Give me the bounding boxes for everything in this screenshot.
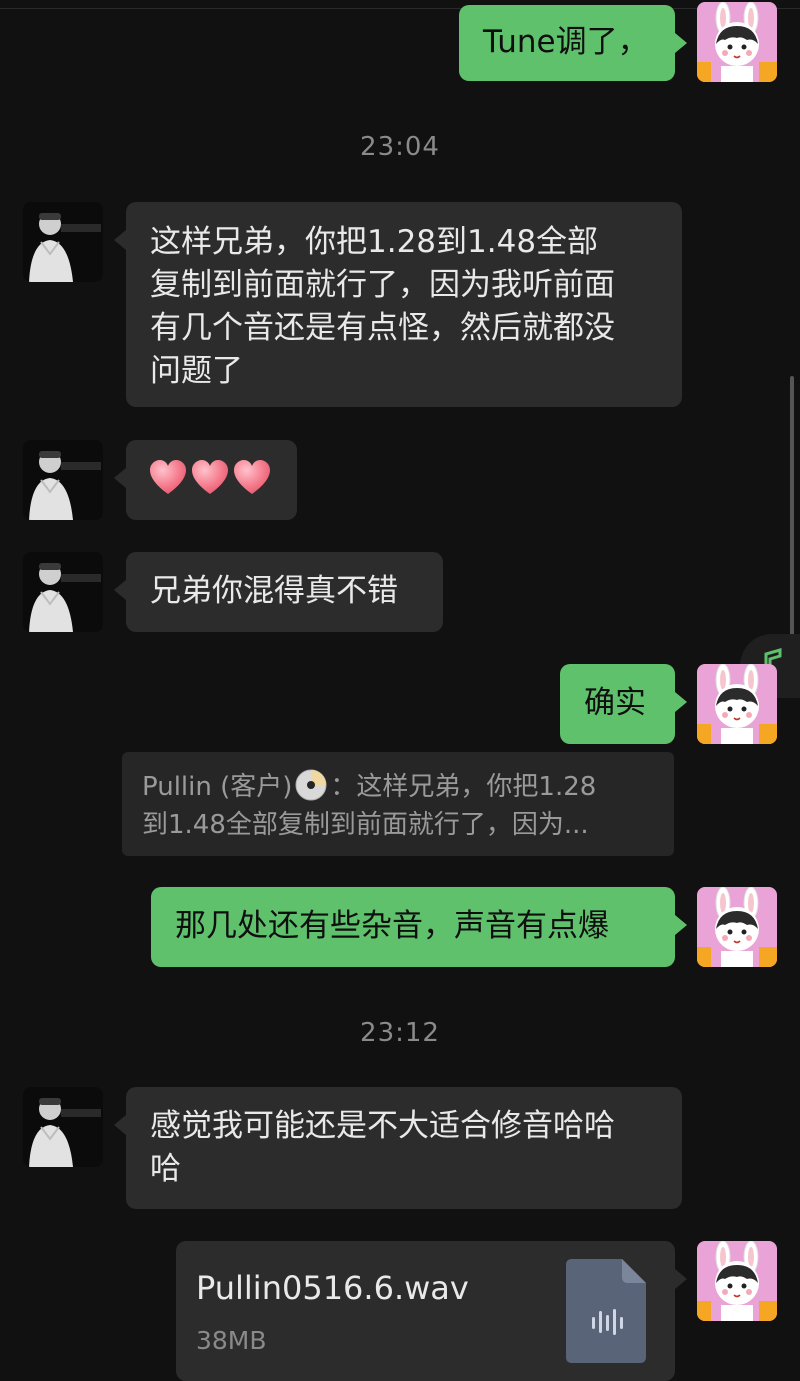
- message-bubble-incoming[interactable]: 兄弟你混得真不错: [114, 552, 443, 632]
- message-bubble-outgoing[interactable]: 确实: [560, 664, 687, 744]
- contact-photo-icon: [23, 202, 103, 282]
- file-size: 38MB: [196, 1326, 267, 1355]
- message-line: 有几个音还是有点怪，然后就都没: [150, 310, 615, 346]
- cartoon-avatar-icon: [697, 2, 777, 82]
- message-bubble-outgoing[interactable]: Tune调了，: [459, 5, 687, 81]
- message-text: 那几处还有些杂音，声音有点爆: [175, 908, 609, 944]
- message-text: Tune调了，: [483, 24, 649, 60]
- cartoon-avatar-icon: [697, 1241, 777, 1321]
- top-divider: [0, 8, 800, 9]
- file-name: Pullin0516.6.wav: [196, 1269, 469, 1307]
- message-line: 问题了: [150, 353, 243, 389]
- contact-avatar[interactable]: [23, 552, 103, 632]
- quote-text: ：这样兄弟，你把1.28: [330, 772, 597, 802]
- contact-avatar[interactable]: [23, 440, 103, 520]
- contact-photo-icon: [23, 552, 103, 632]
- timestamp: 23:04: [360, 132, 440, 162]
- cartoon-avatar-icon: [697, 887, 777, 967]
- quote-line-1: Pullin (客户) ：这样兄弟，你把1.28: [142, 768, 654, 806]
- timestamp: 23:12: [360, 1018, 440, 1048]
- message-bubble-incoming[interactable]: 感觉我可能还是不大适合修音哈哈 哈: [114, 1087, 682, 1209]
- quote-author: Pullin (客户): [142, 772, 293, 802]
- message-bubble-incoming[interactable]: 这样兄弟，你把1.28到1.48全部 复制到前面就行了，因为我听前面 有几个音还…: [114, 202, 682, 407]
- quoted-message[interactable]: Pullin (客户) ：这样兄弟，你把1.28 到1.48全部复制到前面就行了…: [122, 752, 674, 856]
- message-line: 复制到前面就行了，因为我听前面: [150, 267, 615, 303]
- message-text: 兄弟你混得真不错: [150, 573, 398, 609]
- self-avatar[interactable]: [697, 2, 777, 82]
- contact-avatar[interactable]: [23, 202, 103, 282]
- disc-icon: [295, 769, 327, 801]
- message-bubble-outgoing[interactable]: 那几处还有些杂音，声音有点爆: [151, 887, 687, 967]
- self-avatar[interactable]: [697, 887, 777, 967]
- message-bubble-incoming-emoji[interactable]: [114, 440, 297, 520]
- audio-file-icon: [566, 1259, 646, 1363]
- heart-emoji-icon: [232, 458, 272, 496]
- message-line: 感觉我可能还是不大适合修音哈哈: [150, 1108, 615, 1144]
- quote-line-2: 到1.48全部复制到前面就行了，因为...: [142, 810, 589, 840]
- scrollbar[interactable]: [790, 376, 794, 652]
- contact-photo-icon: [23, 440, 103, 520]
- message-line: 这样兄弟，你把1.28到1.48全部: [150, 224, 599, 260]
- message-line: 哈: [150, 1151, 181, 1187]
- heart-emoji-icon: [190, 458, 230, 496]
- message-text: 确实: [584, 685, 646, 721]
- cartoon-avatar-icon: [697, 664, 777, 744]
- file-message[interactable]: Pullin0516.6.wav 38MB: [176, 1241, 687, 1381]
- self-avatar[interactable]: [697, 664, 777, 744]
- self-avatar[interactable]: [697, 1241, 777, 1321]
- contact-avatar[interactable]: [23, 1087, 103, 1167]
- heart-emoji-icon: [148, 458, 188, 496]
- contact-photo-icon: [23, 1087, 103, 1167]
